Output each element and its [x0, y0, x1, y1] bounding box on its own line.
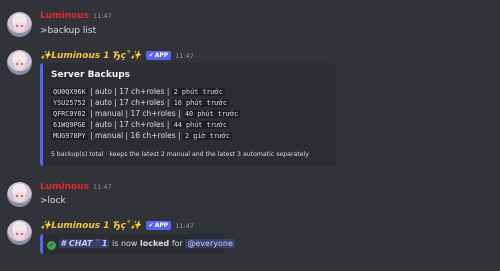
backup-row: MUG978PY | manual | 16 ch+roles | 2 giờ …	[51, 131, 232, 140]
username[interactable]: Luminous	[40, 182, 89, 192]
lock-embed: ✓ # CHAT ˙ 1 is now locked for @everyone	[40, 234, 235, 254]
backup-row: 61WQ9PGE | auto | 17 ch+roles | 44 phút …	[51, 120, 229, 129]
message-header: Luminous 11:47	[40, 181, 112, 193]
user-avatar[interactable]	[7, 182, 32, 207]
success-check-icon: ✓	[47, 241, 56, 250]
app-badge: ✔APP	[145, 51, 172, 60]
timestamp: 11:47	[175, 52, 194, 60]
backup-id: YSU25752	[51, 99, 88, 107]
embed-title: Server Backups	[51, 70, 131, 80]
backup-id: MUG978PY	[51, 132, 88, 140]
message-header: ✨Luminous 1 Ђç˚✨ ✔APP 11:47	[40, 220, 194, 232]
message-header: ✨Luminous 1 Ђç˚✨ ✔APP 11:47	[40, 50, 194, 62]
backup-row: YSU25752 | auto | 17 ch+roles | 16 phút …	[51, 98, 229, 107]
backup-age: 16 phút trước	[171, 99, 229, 107]
lock-text: is now	[112, 239, 138, 248]
backup-embed: Server Backups QU0QX96K | auto | 17 ch+r…	[40, 63, 336, 166]
verified-check-icon: ✔	[148, 52, 154, 59]
username[interactable]: Luminous	[40, 11, 89, 21]
backup-row: QU0QX96K | auto | 17 ch+roles | 2 phút t…	[51, 87, 225, 96]
lock-for-text: for	[171, 239, 183, 248]
backup-age: 40 phút trước	[182, 110, 241, 118]
backup-age: 2 phút trước	[171, 88, 225, 96]
channel-mention[interactable]: # CHAT ˙ 1	[58, 239, 110, 248]
timestamp: 11:47	[92, 183, 112, 191]
message-header: Luminous 11:47	[40, 10, 112, 22]
bot-username[interactable]: ✨Luminous 1 Ђç˚✨	[40, 221, 142, 231]
message-backup-list: Luminous 11:47 >backup list	[0, 0, 500, 40]
everyone-mention[interactable]: @everyone	[185, 239, 235, 248]
backup-id: 61WQ9PGE	[51, 121, 88, 129]
backup-id: QFRC9Y02	[51, 110, 88, 118]
bot-avatar[interactable]	[7, 50, 32, 75]
message-text: >backup list	[40, 26, 97, 36]
bot-username[interactable]: ✨Luminous 1 Ђç˚✨	[40, 51, 142, 61]
timestamp: 11:47	[175, 222, 194, 230]
backup-age: 44 phút trước	[171, 121, 229, 129]
lock-status: locked	[140, 239, 170, 248]
backup-id: QU0QX96K	[51, 88, 88, 96]
backup-row: QFRC9Y02 | manual | 17 ch+roles | 40 phú…	[51, 109, 241, 118]
verified-check-icon: ✔	[148, 222, 154, 229]
timestamp: 11:47	[92, 12, 112, 20]
message-lock: Luminous 11:47 >lock	[0, 172, 500, 212]
backup-age: 2 giờ trước	[182, 132, 232, 140]
user-avatar[interactable]	[7, 12, 32, 37]
app-badge: ✔APP	[145, 221, 172, 230]
bot-avatar[interactable]	[7, 220, 32, 245]
message-text: >lock	[40, 196, 66, 206]
embed-footer: 5 backup(s) total · keeps the latest 2 m…	[51, 151, 309, 158]
